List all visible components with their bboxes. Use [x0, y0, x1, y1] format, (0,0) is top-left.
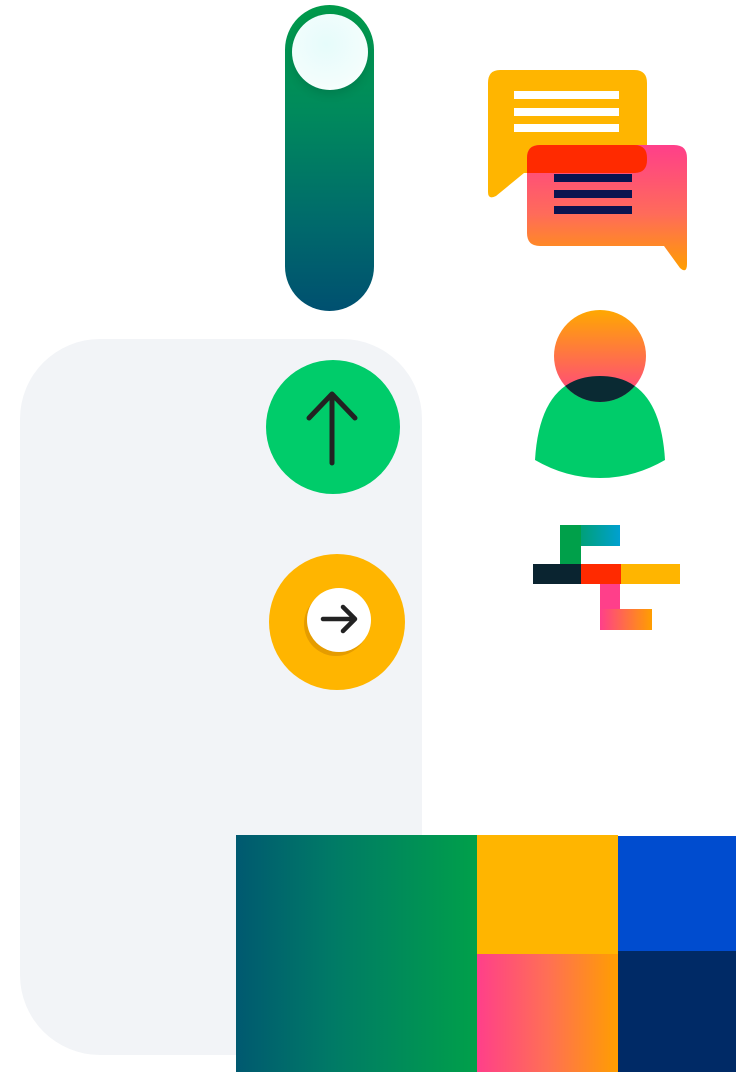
swatch-navy: [618, 951, 736, 1072]
abstract-blocks-icon: [533, 525, 680, 630]
swatch-pink-orange-gradient: [477, 954, 618, 1072]
arrow-right-inner[interactable]: [307, 588, 371, 652]
arrow-up-button[interactable]: [266, 360, 400, 494]
toggle-knob[interactable]: [292, 14, 368, 90]
arrow-up-icon: [306, 391, 358, 466]
chat-bubbles-icon: [488, 70, 687, 271]
swatch-teal-green-gradient: [236, 835, 477, 1072]
swatch-yellow: [477, 835, 618, 954]
swatch-blue: [618, 836, 736, 951]
arrow-right-icon: [320, 604, 358, 634]
user-icon: [535, 310, 665, 478]
